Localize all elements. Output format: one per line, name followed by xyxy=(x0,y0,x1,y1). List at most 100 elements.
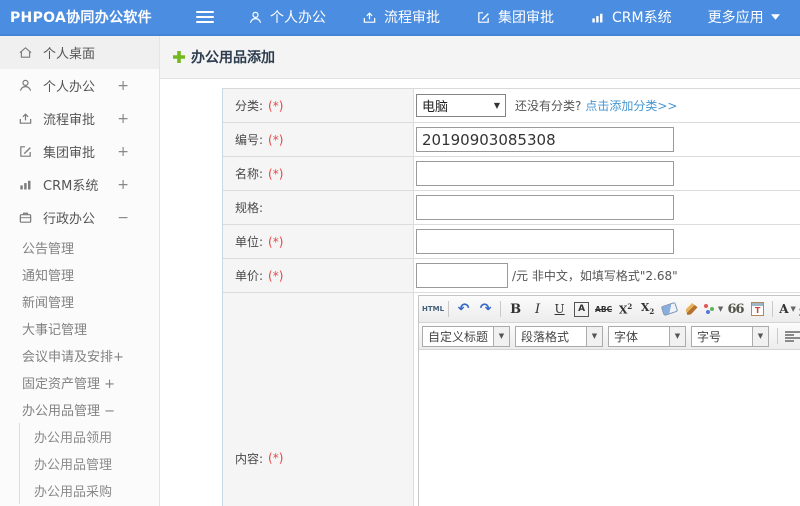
nav-label: 个人办公 xyxy=(270,10,326,26)
font-size-dropdown[interactable]: 字号 ▼ xyxy=(691,325,769,347)
required-mark: (*) xyxy=(268,451,284,465)
undo-button[interactable]: ↶ xyxy=(453,299,474,320)
category-select[interactable]: 电脑 ▼ xyxy=(416,94,506,117)
nav-more-apps[interactable]: 更多应用 xyxy=(708,7,780,27)
expand-plus-icon[interactable]: + xyxy=(117,144,129,160)
editor-content-area[interactable] xyxy=(419,350,800,506)
toolbar-separator xyxy=(448,301,450,317)
caret-down-icon: ▼ xyxy=(717,305,724,313)
process-icon xyxy=(18,111,33,126)
sidebar-item-process-approval[interactable]: 流程审批 + xyxy=(0,102,159,135)
sidebar-item-crm-system[interactable]: CRM系统 + xyxy=(0,168,159,201)
submenu-item-memorabilia[interactable]: 大事记管理 xyxy=(0,315,159,342)
add-supplies-form: 分类:(*) 电脑 ▼ 还没有分类? 点击添加分类>> 编号:(*) 名称:(*… xyxy=(222,88,800,506)
sidebar-item-personal-desktop[interactable]: 个人桌面 xyxy=(0,36,159,69)
sidebar-item-admin-office[interactable]: 行政办公 − xyxy=(0,201,159,234)
app-logo[interactable]: PHPOA协同办公软件 xyxy=(0,7,160,27)
field-label: 名称: (*) xyxy=(223,157,414,190)
form-row-content: 内容: (*) HTML ↶ ↷ B I U A ABC X2 X2 ▼ 66 … xyxy=(223,293,800,506)
paragraph-format-dropdown[interactable]: 段落格式 ▼ xyxy=(515,325,603,347)
add-category-link[interactable]: 点击添加分类>> xyxy=(585,97,677,114)
expand-plus-icon[interactable]: + xyxy=(117,177,129,193)
topbar: PHPOA协同办公软件 个人办公 流程审批 集团审批 CRM系统 更多应用 xyxy=(0,0,800,36)
form-row-unit: 单位: (*) xyxy=(223,225,800,259)
nav-label: 更多应用 xyxy=(707,10,764,26)
subscript-button[interactable]: X2 xyxy=(637,299,658,320)
submenu-item-announcement[interactable]: 公告管理 xyxy=(0,234,159,261)
sidebar-item-personal-office[interactable]: 个人办公 + xyxy=(0,69,159,102)
submenu-item-supplies-receive[interactable]: 办公用品领用 xyxy=(20,423,159,450)
sidebar-item-label: 行政办公 xyxy=(43,212,96,227)
field-label: 规格: xyxy=(223,191,414,224)
category-select-value: 电脑 xyxy=(422,100,449,115)
sidebar-item-label: 个人办公 xyxy=(43,80,96,95)
char-border-button[interactable]: A xyxy=(571,299,592,320)
caret-down-icon: ▼ xyxy=(586,326,602,346)
html-source-button[interactable]: HTML xyxy=(422,299,444,320)
field-label: 单价: (*) xyxy=(223,259,414,292)
underline-button[interactable]: U xyxy=(549,299,570,320)
superscript-button[interactable]: X2 xyxy=(615,299,636,320)
content-header: 办公用品添加 xyxy=(160,36,800,79)
page-title: 办公用品添加 xyxy=(191,50,275,66)
admin-office-submenu: 公告管理 通知管理 新闻管理 大事记管理 会议申请及安排+ 固定资产管理 + 办… xyxy=(0,234,159,504)
caret-down-icon xyxy=(770,14,780,20)
align-left-button[interactable] xyxy=(782,326,800,347)
submenu-item-supplies-manage[interactable]: 办公用品管理 xyxy=(20,450,159,477)
italic-button[interactable]: I xyxy=(527,299,548,320)
strikethrough-button[interactable]: ABC xyxy=(593,299,614,320)
paste-text-button[interactable]: T xyxy=(747,299,768,320)
form-row-code: 编号: (*) xyxy=(223,123,800,157)
font-family-dropdown[interactable]: 字体 ▼ xyxy=(608,325,686,347)
remove-format-eraser-button[interactable] xyxy=(659,299,680,320)
briefcase-icon xyxy=(18,210,33,225)
submenu-item-office-supplies[interactable]: 办公用品管理 − xyxy=(0,396,159,423)
form-row-category: 分类: (*) 电脑 ▼ 还没有分类? 点击添加分类>> xyxy=(223,89,800,123)
nav-group-approval[interactable]: 集团审批 xyxy=(476,7,554,27)
price-input[interactable] xyxy=(416,263,508,288)
top-navigation: 个人办公 流程审批 集团审批 CRM系统 更多应用 xyxy=(248,7,780,27)
bar-chart-icon xyxy=(590,10,605,25)
editor-toolbar-row1: HTML ↶ ↷ B I U A ABC X2 X2 ▼ 66 T A ▼ xyxy=(419,296,800,323)
nav-label: CRM系统 xyxy=(612,10,672,26)
submenu-item-supplies-purchase[interactable]: 办公用品采购 xyxy=(20,477,159,504)
process-icon xyxy=(362,10,377,25)
field-label: 分类: (*) xyxy=(223,89,414,122)
edit-icon xyxy=(18,144,33,159)
bold-button[interactable]: B xyxy=(505,299,526,320)
hamburger-icon[interactable] xyxy=(196,11,214,23)
toolbar-separator xyxy=(500,301,502,317)
sidebar-item-label: 个人桌面 xyxy=(43,47,96,62)
spec-input[interactable] xyxy=(416,195,674,220)
sidebar-item-label: 集团审批 xyxy=(43,146,96,161)
submenu-item-meeting[interactable]: 会议申请及安排+ xyxy=(0,342,159,369)
unit-input[interactable] xyxy=(416,229,674,254)
nav-process-approval[interactable]: 流程审批 xyxy=(362,7,440,27)
select-caret-icon: ▼ xyxy=(493,101,501,110)
collapse-minus-icon[interactable]: − xyxy=(117,210,129,226)
form-row-name: 名称: (*) xyxy=(223,157,800,191)
sidebar: 个人桌面 个人办公 + 流程审批 + 集团审批 + CRM系统 + 行政办公 −… xyxy=(0,36,160,506)
submenu-item-fixed-assets[interactable]: 固定资产管理 + xyxy=(0,369,159,396)
sidebar-item-label: 流程审批 xyxy=(43,113,96,128)
name-input[interactable] xyxy=(416,161,674,186)
code-input[interactable] xyxy=(416,127,674,152)
user-icon xyxy=(248,10,263,25)
nav-crm-system[interactable]: CRM系统 xyxy=(590,7,672,27)
expand-plus-icon[interactable]: + xyxy=(117,78,129,94)
custom-title-dropdown[interactable]: 自定义标题 ▼ xyxy=(422,325,510,347)
sidebar-item-group-approval[interactable]: 集团审批 + xyxy=(0,135,159,168)
nav-personal-office[interactable]: 个人办公 xyxy=(248,7,326,27)
caret-down-icon: ▼ xyxy=(790,305,796,313)
submenu-item-news[interactable]: 新闻管理 xyxy=(0,288,159,315)
redo-button[interactable]: ↷ xyxy=(475,299,496,320)
expand-plus-icon[interactable]: + xyxy=(117,111,129,127)
auto-typeset-button[interactable]: ▼ xyxy=(703,299,724,320)
blockquote-button[interactable]: 66 xyxy=(725,299,746,320)
submenu-item-notice[interactable]: 通知管理 xyxy=(0,261,159,288)
font-color-button[interactable]: A ▼ xyxy=(777,299,798,320)
toolbar-separator xyxy=(772,301,774,317)
office-supplies-submenu: 办公用品领用 办公用品管理 办公用品采购 xyxy=(19,423,159,504)
format-painter-brush-button[interactable] xyxy=(681,299,702,320)
form-row-price: 单价: (*) /元 非中文，如填写格式"2.68" xyxy=(223,259,800,293)
